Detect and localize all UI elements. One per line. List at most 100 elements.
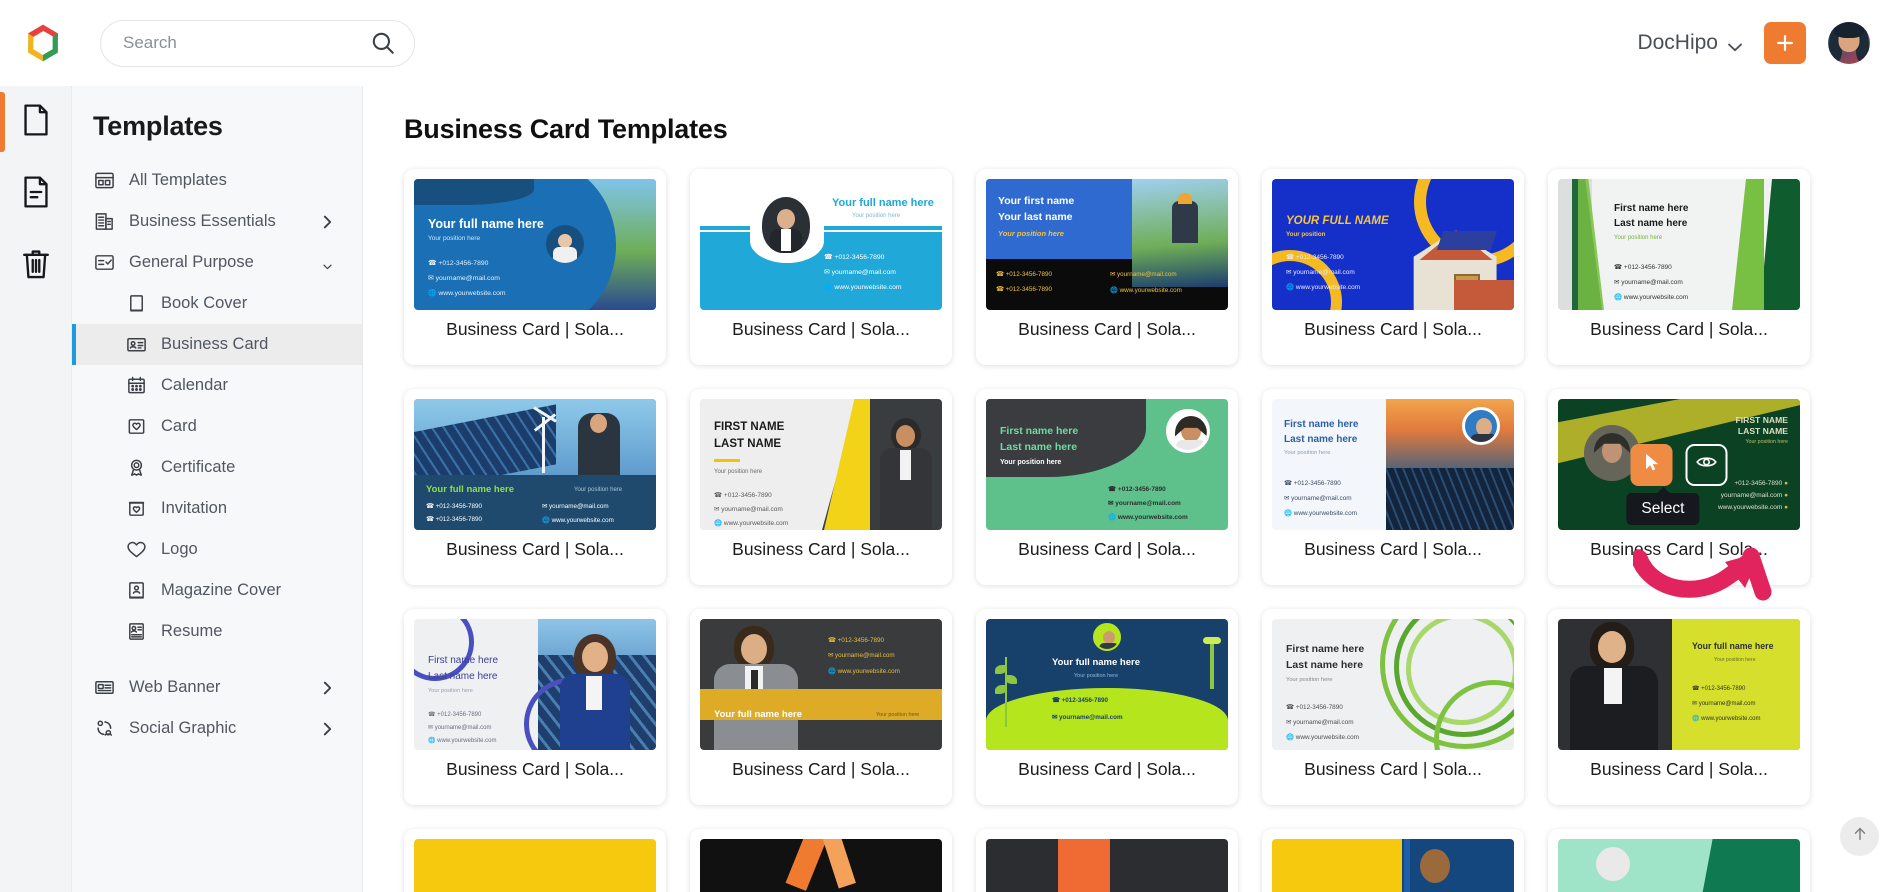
template-thumbnail[interactable]: Your full name here Your position here ☎ …	[414, 179, 656, 310]
sidebar-item-label: Book Cover	[161, 294, 248, 312]
template-card-label: Business Card | Sola...	[1018, 539, 1196, 559]
template-thumbnail[interactable]: YOUR FULL NAME Your position ☎ +012-3456-…	[1272, 179, 1514, 310]
cursor-arrow-icon	[1642, 452, 1662, 477]
template-thumbnail[interactable]: Your full name here Your position here ☎ …	[1558, 619, 1800, 750]
arrow-up-icon	[1851, 825, 1869, 848]
template-card[interactable]	[1548, 829, 1810, 892]
sidebar-item-all-templates[interactable]: All Templates	[72, 160, 362, 201]
rail-item-files[interactable]	[0, 158, 71, 230]
sidebar-item-web-banner[interactable]: Web Banner	[72, 667, 362, 708]
template-thumbnail[interactable]	[1272, 839, 1514, 892]
user-avatar[interactable]	[1828, 22, 1870, 64]
sidebar-item-label: All Templates	[129, 171, 227, 189]
grid-layout-icon	[93, 169, 116, 192]
template-card[interactable]: FIRST NAME LAST NAME Your position here …	[1548, 389, 1810, 585]
rail-item-trash[interactable]	[0, 230, 71, 302]
template-card[interactable]: Your full name here Your position here ☎ …	[976, 609, 1238, 805]
search-box[interactable]	[100, 19, 415, 67]
select-tooltip: Select	[1626, 492, 1700, 525]
template-card[interactable]	[690, 829, 952, 892]
template-card[interactable]: YOUR FULL NAME Your position ☎ +012-3456-…	[1262, 169, 1524, 365]
template-card-label: Business Card | Sola...	[446, 319, 624, 339]
template-card-label: Business Card | Sola...	[732, 759, 910, 779]
template-card[interactable]: First name here Last name here Your posit…	[404, 609, 666, 805]
template-thumbnail[interactable]: ☎ +012-3456-7890 ✉ yourname@mail.com 🌐 www…	[700, 619, 942, 750]
chevron-down-icon[interactable]	[1728, 39, 1742, 51]
preview-template-button[interactable]	[1685, 443, 1728, 486]
chevron-right-icon[interactable]	[323, 681, 332, 695]
template-card[interactable]: First name here Last name here Your posit…	[1262, 609, 1524, 805]
main-content: Business Card Templates Your full name h…	[363, 86, 1897, 892]
hover-actions	[1630, 443, 1728, 486]
sidebar-item-card[interactable]: Card	[72, 406, 362, 447]
sidebar-item-label: Business Essentials	[129, 212, 276, 230]
sidebar-item-book-cover[interactable]: Book Cover	[72, 283, 362, 324]
template-thumbnail[interactable]: FIRST NAME LAST NAME Your position here …	[1558, 399, 1800, 530]
template-thumbnail[interactable]: First name here Last name here Your posit…	[414, 619, 656, 750]
template-thumbnail[interactable]	[700, 839, 942, 892]
sidebar-item-invitation[interactable]: Invitation	[72, 488, 362, 529]
template-card[interactable]: FIRST NAME LAST NAME Your position here ☎…	[690, 389, 952, 585]
select-template-button[interactable]	[1630, 443, 1673, 486]
sidebar-item-resume[interactable]: Resume	[72, 611, 362, 652]
award-icon	[125, 456, 148, 479]
sidebar-item-calendar[interactable]: Calendar	[72, 365, 362, 406]
template-card[interactable]: First name here Last name here Your posit…	[1262, 389, 1524, 585]
template-card[interactable]: ☎ +012-3456-7890 ✉ yourname@mail.com 🌐 www…	[690, 609, 952, 805]
create-new-button[interactable]	[1764, 22, 1806, 64]
sidebar-item-label: Web Banner	[129, 678, 221, 696]
sidebar-item-social-graphic[interactable]: Social Graphic	[72, 708, 362, 749]
chevron-right-icon[interactable]	[323, 722, 332, 736]
eye-icon	[1696, 451, 1718, 478]
template-card[interactable]: First name here Last name here Your posit…	[976, 389, 1238, 585]
template-grid: Your full name here Your position here ☎ …	[404, 169, 1824, 892]
template-thumbnail[interactable]: Your first name Your last name Your posit…	[986, 179, 1228, 310]
sidebar-item-certificate[interactable]: Certificate	[72, 447, 362, 488]
template-thumbnail[interactable]	[1558, 839, 1800, 892]
rail-item-documents[interactable]	[0, 86, 71, 158]
template-thumbnail[interactable]: First name here Last name here Your posit…	[1272, 619, 1514, 750]
template-thumbnail[interactable]: First name here Last name here Your posit…	[986, 399, 1228, 530]
template-thumbnail[interactable]: Your full name here Your position here ☎ …	[414, 399, 656, 530]
checklist-icon	[93, 251, 116, 274]
template-thumbnail[interactable]	[414, 839, 656, 892]
sidebar-item-label: Card	[161, 417, 197, 435]
logo-container[interactable]	[0, 22, 86, 64]
search-input[interactable]	[123, 33, 370, 53]
template-card[interactable]	[1262, 829, 1524, 892]
template-card[interactable]: Your full name here Your position here ☎ …	[690, 169, 952, 365]
sidebar-item-logo[interactable]: Logo	[72, 529, 362, 570]
template-card-label: Business Card | Sola...	[732, 539, 910, 559]
template-card-label: Business Card | Sola...	[732, 319, 910, 339]
template-card[interactable]: Your full name here Your position here ☎ …	[404, 389, 666, 585]
dochipo-logo-icon[interactable]	[22, 22, 64, 64]
template-card[interactable]: Your first name Your last name Your posit…	[976, 169, 1238, 365]
template-card[interactable]: Your full name here Your position here ☎ …	[404, 169, 666, 365]
template-thumbnail[interactable]: Your full name here Your position here ☎ …	[700, 179, 942, 310]
search-icon[interactable]	[370, 30, 396, 56]
template-card[interactable]: Your full name here Your position here ☎ …	[1548, 609, 1810, 805]
sidebar-item-business-card[interactable]: Business Card	[72, 324, 362, 365]
sidebar-item-general-purpose[interactable]: General Purpose	[72, 242, 362, 283]
brand-selector[interactable]: DocHipo	[1637, 31, 1742, 55]
sidebar-item-business-essentials[interactable]: Business Essentials	[72, 201, 362, 242]
template-thumbnail[interactable]: FIRST NAME LAST NAME Your position here ☎…	[700, 399, 942, 530]
template-thumbnail[interactable]	[986, 839, 1228, 892]
template-thumbnail[interactable]: First name here Last name here Your posit…	[1558, 179, 1800, 310]
template-card[interactable]	[404, 829, 666, 892]
template-card[interactable]: First name here Last name here Your posit…	[1548, 169, 1810, 365]
chevron-right-icon[interactable]	[323, 215, 332, 229]
file-text-icon	[20, 175, 52, 214]
id-card-icon	[125, 333, 148, 356]
template-card-label: Business Card | Sola...	[1590, 759, 1768, 779]
page-title: Business Card Templates	[404, 114, 728, 144]
template-card[interactable]	[976, 829, 1238, 892]
sidebar-item-magazine-cover[interactable]: Magazine Cover	[72, 570, 362, 611]
scroll-to-top-button[interactable]	[1840, 817, 1879, 856]
template-thumbnail[interactable]: Your full name here Your position here ☎ …	[986, 619, 1228, 750]
template-card-label: Business Card | Sola...	[1590, 539, 1768, 559]
sidebar-item-label: Logo	[161, 540, 198, 558]
template-thumbnail[interactable]: First name here Last name here Your posit…	[1272, 399, 1514, 530]
social-users-icon	[93, 717, 116, 740]
chevron-down-icon[interactable]	[323, 256, 332, 270]
